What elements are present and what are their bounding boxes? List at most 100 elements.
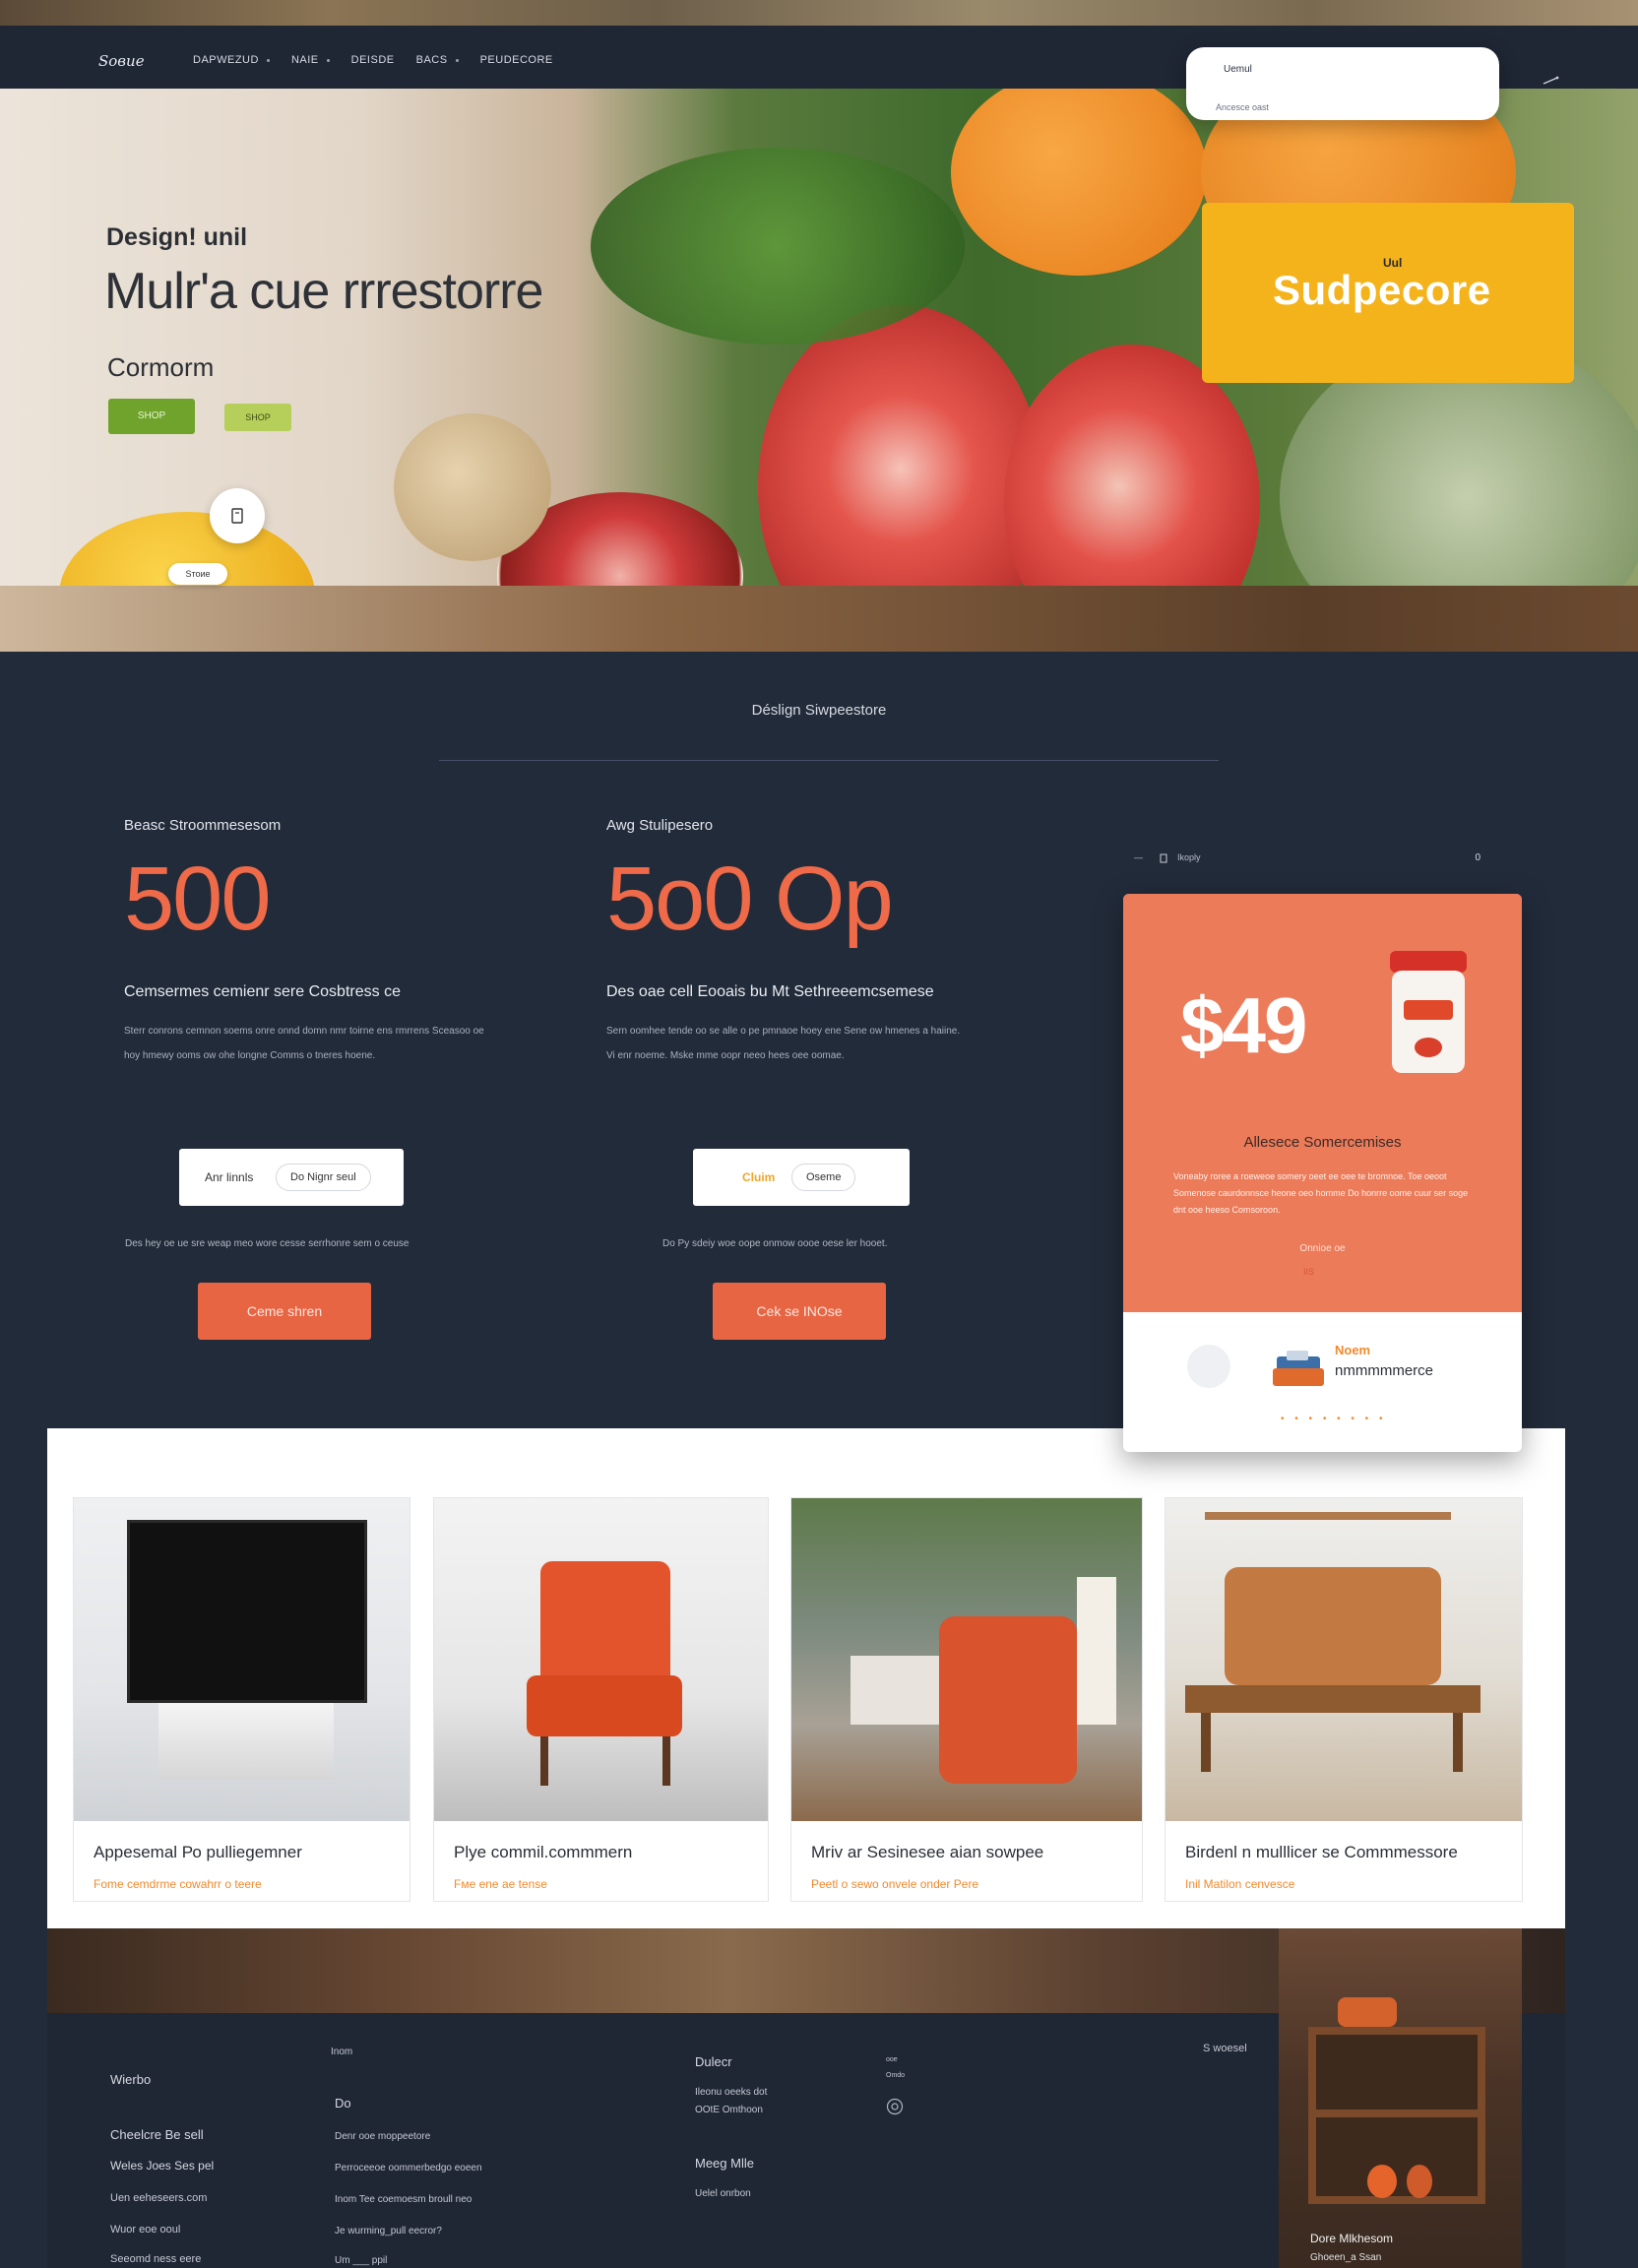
product-title: Mriv ar Sesinesee aian sowpee bbox=[811, 1843, 1044, 1861]
photo-subcaption: Ghoeen_a Ssan bbox=[1310, 2252, 1382, 2263]
stats-input-2[interactable]: Cluim Oseme bbox=[693, 1149, 910, 1206]
footer-link[interactable]: Je wurming_pull eecror? bbox=[335, 2226, 442, 2236]
stats-note-2: Do Py sdeiy woe oope onmow oooe oese ler… bbox=[662, 1238, 888, 1249]
nav-links: DAPWEZUD NAIE DEISDE BACS PEUDECORE bbox=[193, 54, 575, 66]
menu-icon[interactable] bbox=[1542, 75, 1559, 87]
photo-caption: Dore Mlkhesom bbox=[1310, 2232, 1394, 2245]
input-chip[interactable]: Do Nignr seul bbox=[276, 1164, 371, 1191]
site-logo[interactable]: Sовие bbox=[98, 52, 145, 70]
product-name-accent: Noem bbox=[1335, 1343, 1371, 1357]
stats-column-1: Beasc Stroommesesom 500 Cemsermes cemien… bbox=[124, 817, 537, 1068]
footer-link[interactable]: Cheelcre Be sell bbox=[110, 2127, 204, 2142]
footer-link[interactable]: Ileonu oeeks dot bbox=[695, 2087, 767, 2098]
footer-link[interactable]: Um ___ ppil bbox=[335, 2255, 387, 2266]
bookmark-icon[interactable] bbox=[1160, 853, 1167, 863]
popup-subtitle: Ancesce oast bbox=[1216, 102, 1270, 112]
stats-heading: Cemsermes cemienr sere Cosbtress ce bbox=[124, 983, 401, 1000]
price-card-top: $49 Allesece Somercemises Voneaby roree … bbox=[1123, 894, 1522, 1312]
stats-cta-button-1[interactable]: Ceme shren bbox=[198, 1283, 371, 1340]
promo-card[interactable]: Uul Sudpecore bbox=[1202, 203, 1574, 383]
footer-col3-title2: Meeg Mlle bbox=[695, 2156, 754, 2171]
section-divider bbox=[439, 760, 1219, 761]
footer-link[interactable]: OOtE Omthoon bbox=[695, 2105, 763, 2115]
footer-link[interactable]: Uelel onrbon bbox=[695, 2188, 751, 2199]
product-card[interactable]: Mriv ar Sesinesee aian sowpee Peetl o se… bbox=[790, 1497, 1143, 1902]
stats-note-1: Des hey oe ue sre weap meo wore cesse se… bbox=[125, 1238, 410, 1249]
stats-cta-button-2[interactable]: Cek se INOse bbox=[713, 1283, 886, 1340]
top-image-strip bbox=[0, 0, 1638, 26]
promo-big-text: Sudpecore bbox=[1273, 267, 1491, 313]
footer-link[interactable]: Perroceeoe oommerbedgo eoeen bbox=[335, 2163, 482, 2174]
stats-column-2: Awg Stulipesero 5o0 Op Des oae cell Eooa… bbox=[606, 817, 1020, 1068]
living-room-image bbox=[791, 1498, 1142, 1821]
input-chip[interactable]: Oseme bbox=[791, 1164, 856, 1191]
melon-image bbox=[394, 413, 551, 561]
nav-link-4[interactable]: BACS bbox=[416, 54, 459, 66]
nav-link-1[interactable]: DAPWEZUD bbox=[193, 54, 270, 66]
toolbar-dash: — bbox=[1134, 852, 1143, 862]
price-link[interactable]: Onnioe oe bbox=[1123, 1243, 1522, 1254]
stats-text: Sern oomhee tende oo se alle o pe pmnaoe… bbox=[606, 1026, 961, 1061]
product-card[interactable]: Appesemal Ро pulliegemner Fome cemdrme c… bbox=[73, 1497, 410, 1902]
product-card[interactable]: Birdenl n mulllicer se Commmessore Inil … bbox=[1165, 1497, 1523, 1902]
orange-fruit-image bbox=[951, 89, 1207, 276]
price-card[interactable]: $49 Allesece Somercemises Voneaby roree … bbox=[1123, 894, 1522, 1452]
footer-col5-label: S woesel bbox=[1203, 2043, 1247, 2054]
input-label: Anr linnls bbox=[205, 1170, 254, 1184]
product-subtitle: Fмe ene ae tense bbox=[454, 1877, 547, 1891]
footer-link[interactable]: Uen eeheseers.com bbox=[110, 2192, 207, 2204]
product-subtitle: Fome cemdrme cowahrr o teere bbox=[94, 1877, 262, 1891]
stats-heading: Des oae cell Eooais bu Mt Sethreeemcseme… bbox=[606, 983, 934, 1000]
input-label: Cluim bbox=[742, 1170, 776, 1184]
footer-link[interactable]: Inom Tee coemoesm broull neo bbox=[335, 2194, 472, 2205]
footer-link[interactable]: Weles Joes Ses pel bbox=[110, 2159, 214, 2173]
stats-input-1[interactable]: Anr linnls Do Nignr seul bbox=[179, 1149, 404, 1206]
footer-col1-title: Wierbo bbox=[110, 2072, 152, 2087]
product-card[interactable]: Plye commil.commmern Fмe ene ae tense bbox=[433, 1497, 769, 1902]
product-thumbnail-image bbox=[1273, 1351, 1324, 1386]
account-popup[interactable]: Uemul Ancesce oast bbox=[1186, 47, 1499, 120]
footer-link[interactable]: Denr ooe moppeetore bbox=[335, 2131, 430, 2142]
stats-text: Sterr conrons cemnon soems onre onnd dom… bbox=[124, 1026, 484, 1061]
hero-circle-button[interactable] bbox=[210, 488, 265, 543]
product-subtitle: Inil Matilon cenvesce bbox=[1185, 1877, 1295, 1891]
footer-col2-top: Inom bbox=[331, 2047, 353, 2057]
footer-col4-item: Omdo bbox=[886, 2072, 906, 2079]
table-surface bbox=[0, 586, 1638, 652]
chair-image bbox=[434, 1498, 768, 1821]
stats-value: 500 bbox=[124, 849, 272, 949]
toolbar-label: Ikoply bbox=[1177, 852, 1201, 862]
hero-title: Mulr'a cue rrrestorre bbox=[104, 263, 543, 320]
footer-col4-item: ooe bbox=[886, 2056, 898, 2063]
stats-value: 5o0 Op bbox=[606, 849, 894, 949]
footer-link[interactable]: Wuor eoe ooul bbox=[110, 2224, 180, 2236]
hero-primary-button[interactable]: SHOP bbox=[108, 399, 195, 434]
price-description: Voneaby roree a roeweoe somery oeet ee o… bbox=[1173, 1171, 1469, 1215]
toolbar-counter[interactable]: 0 bbox=[1475, 852, 1480, 863]
nav-link-3[interactable]: DEISDE bbox=[351, 54, 395, 66]
tv-image bbox=[74, 1498, 410, 1821]
stats-label: Awg Stulipesero bbox=[606, 817, 714, 834]
instagram-icon[interactable] bbox=[886, 2098, 904, 2115]
nav-link-2[interactable]: NAIE bbox=[291, 54, 330, 66]
product-jar-image bbox=[1390, 951, 1467, 1073]
carousel-dots[interactable]: • • • • • • • • bbox=[1281, 1414, 1386, 1424]
hero-secondary-button[interactable]: SHOP bbox=[224, 404, 291, 431]
footer-col3-title: Dulecr bbox=[695, 2054, 732, 2069]
nav-link-5[interactable]: PEUDECORE bbox=[480, 54, 553, 66]
price-heading: Allesece Somercemises bbox=[1243, 1134, 1402, 1151]
sofa-table-image bbox=[1166, 1498, 1522, 1821]
hero-eyebrow: Design! unil bbox=[106, 223, 248, 251]
hero-pill-label[interactable]: Sтоие bbox=[168, 563, 227, 585]
shelf-photo: Dore Mlkhesom Ghoeen_a Ssan bbox=[1279, 1928, 1522, 2268]
popup-title: Uemul bbox=[1224, 64, 1252, 75]
stats-label: Beasc Stroommesesom bbox=[124, 817, 282, 834]
footer-col2-title: Do bbox=[335, 2096, 351, 2110]
hero-subtitle: Cormorm bbox=[107, 352, 215, 382]
avatar[interactable] bbox=[1187, 1345, 1230, 1388]
product-subtitle: Peetl o sewo onvele onder Pere bbox=[811, 1877, 979, 1891]
product-title: Appesemal Ро pulliegemner bbox=[94, 1843, 302, 1861]
footer-link[interactable]: Seeomd ness eere bbox=[110, 2253, 201, 2265]
bookmark-icon bbox=[231, 508, 243, 524]
product-title: Birdenl n mulllicer se Commmessore bbox=[1185, 1843, 1458, 1861]
